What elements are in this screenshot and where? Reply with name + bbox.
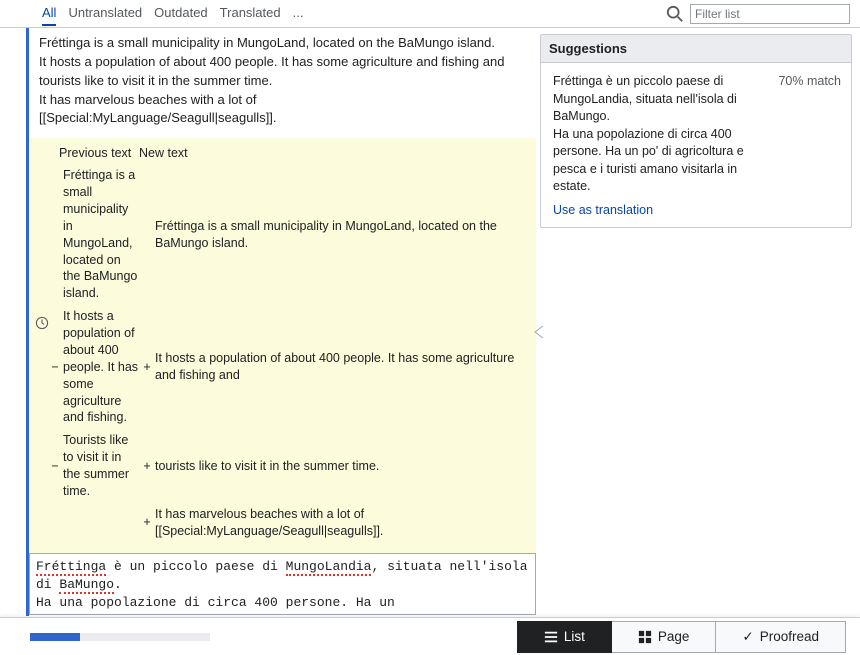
diff-sign-plus: + <box>141 503 153 543</box>
diff-old-text <box>61 503 141 543</box>
diff-new-text: Fréttinga is a small municipality in Mun… <box>153 164 526 305</box>
diff-sign <box>49 164 61 305</box>
tab-all[interactable]: All <box>42 1 56 26</box>
suggestion-text: Fréttinga è un piccolo paese di MungoLan… <box>553 73 841 196</box>
translation-text: è un piccolo paese di <box>106 559 285 574</box>
diff-sign-plus: + <box>141 305 153 429</box>
diff-prev-label: Previous text <box>59 146 139 160</box>
diff-sign <box>141 164 153 305</box>
spell-underline: MungoLandia <box>286 559 372 576</box>
diff-old-text: It hosts a population of about 400 peopl… <box>61 305 141 429</box>
diff-old-text: Fréttinga is a small municipality in Mun… <box>61 164 141 305</box>
history-icon <box>35 316 49 330</box>
source-line: [[Special:MyLanguage/Seagull|seagulls]]. <box>39 109 526 128</box>
diff-new-text: It has marvelous beaches with a lot of [… <box>153 503 526 543</box>
spell-underline: BaMungo <box>59 577 114 594</box>
view-page-button[interactable]: Page <box>612 621 717 653</box>
tab-more[interactable]: ... <box>293 1 304 26</box>
progress-fill <box>30 633 80 641</box>
source-line: It has marvelous beaches with a lot of <box>39 91 526 110</box>
grid-icon <box>638 630 652 644</box>
tab-translated[interactable]: Translated <box>220 1 281 26</box>
source-line: Fréttinga is a small municipality in Mun… <box>39 34 526 53</box>
translation-text: Ha una popolazione di circa 400 persone.… <box>36 595 395 610</box>
spell-underline: Fréttinga <box>36 559 106 576</box>
source-text: Fréttinga is a small municipality in Mun… <box>29 28 536 138</box>
tab-outdated[interactable]: Outdated <box>154 1 208 26</box>
button-label: List <box>564 629 585 644</box>
translation-text: . <box>114 577 122 592</box>
collapse-arrow-icon[interactable] <box>531 324 547 340</box>
source-line: tourists like to visit it in the summer … <box>39 72 526 91</box>
suggestions-header: Suggestions <box>540 34 852 63</box>
diff-new-text: It hosts a population of about 400 peopl… <box>153 305 526 429</box>
diff-new-label: New text <box>139 146 188 160</box>
view-list-button[interactable]: List <box>517 621 612 653</box>
button-label: Proofread <box>760 629 819 644</box>
list-icon <box>544 630 558 644</box>
diff-sign-minus: − <box>49 305 61 429</box>
diff-old-text: Tourists like to visit it in the summer … <box>61 429 141 503</box>
view-proofread-button[interactable]: ✓ Proofread <box>716 621 846 653</box>
source-line: It hosts a population of about 400 peopl… <box>39 53 526 72</box>
translation-textarea[interactable]: Fréttinga è un piccolo paese di MungoLan… <box>29 553 536 615</box>
diff-sign <box>49 503 61 543</box>
tab-untranslated[interactable]: Untranslated <box>68 1 142 26</box>
suggestion-item[interactable]: 70% match Fréttinga è un piccolo paese d… <box>540 63 852 228</box>
filter-input[interactable] <box>690 4 850 24</box>
button-label: Page <box>658 629 690 644</box>
progress-bar <box>30 633 210 641</box>
diff-sign-plus: + <box>141 429 153 503</box>
search-icon <box>666 5 684 23</box>
use-as-translation-link[interactable]: Use as translation <box>553 202 653 220</box>
check-icon: ✓ <box>742 629 753 645</box>
diff-sign-minus: − <box>49 429 61 503</box>
diff-box: Previous text New text Fréttinga is a sm… <box>29 138 536 552</box>
match-percent: 70% match <box>778 73 841 91</box>
diff-new-text: tourists like to visit it in the summer … <box>153 429 526 503</box>
